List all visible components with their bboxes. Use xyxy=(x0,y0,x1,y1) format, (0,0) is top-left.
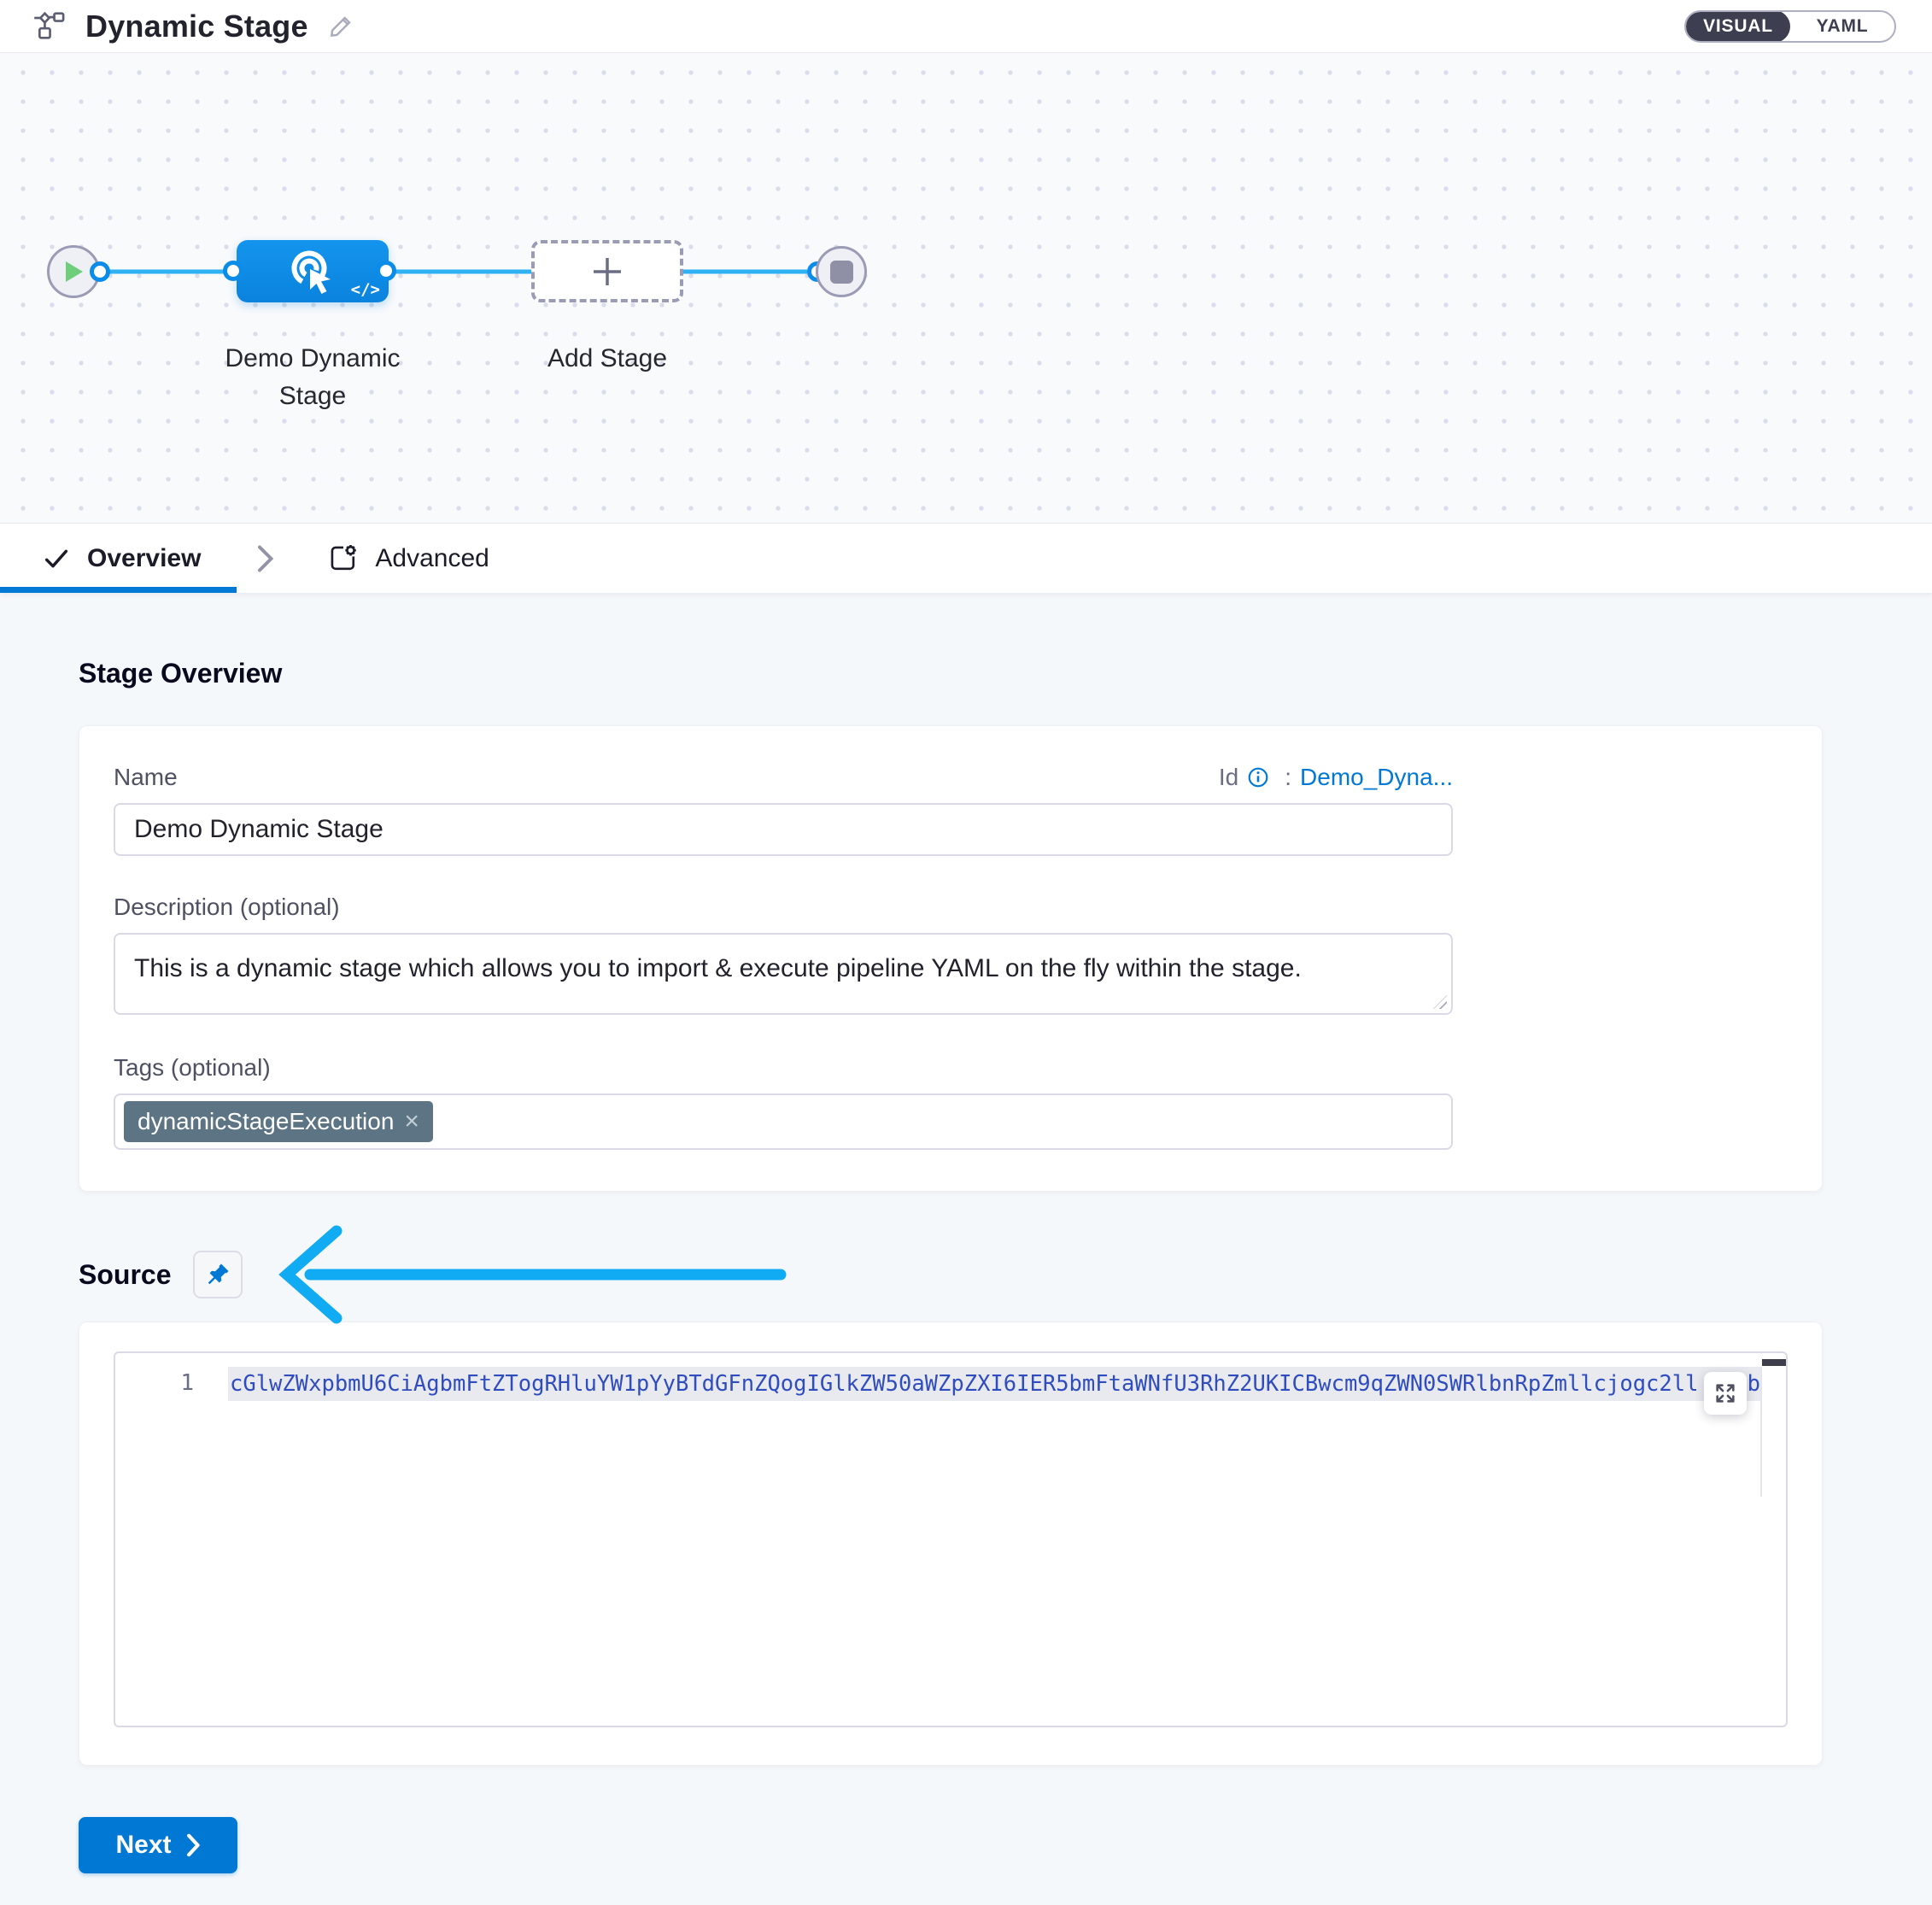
tags-input[interactable]: dynamicStageExecution × xyxy=(114,1093,1453,1150)
stage-overview-heading: Stage Overview xyxy=(79,658,1932,689)
description-value: This is a dynamic stage which allows you… xyxy=(134,954,1302,982)
annotation-arrow xyxy=(272,1222,787,1328)
active-tab-underline xyxy=(0,587,237,593)
tab-overview-label: Overview xyxy=(87,544,201,573)
next-button-label: Next xyxy=(115,1831,171,1860)
stage-overview-card: Name Id : Demo_Dyna... Description (opti… xyxy=(79,725,1823,1192)
resize-handle-icon[interactable] xyxy=(1433,995,1447,1009)
check-icon xyxy=(43,545,70,572)
play-icon xyxy=(62,260,85,284)
pipeline-canvas[interactable]: </> Demo Dynamic Stage Add Stage xyxy=(0,53,1932,523)
stage-node-label: Demo Dynamic Stage xyxy=(214,340,411,415)
dynamic-stage-icon xyxy=(290,249,336,295)
name-input[interactable] xyxy=(114,803,1453,856)
add-stage-button[interactable] xyxy=(531,240,683,302)
remove-tag-icon[interactable]: × xyxy=(404,1109,419,1134)
info-icon[interactable] xyxy=(1247,766,1269,788)
plus-icon xyxy=(588,253,626,290)
pushpin-icon xyxy=(205,1262,231,1287)
code-glyph: </> xyxy=(351,280,380,299)
stage-id-value[interactable]: Demo_Dyna... xyxy=(1300,764,1453,791)
pipeline-end-node xyxy=(816,246,867,297)
connector-port xyxy=(376,261,396,281)
tab-advanced[interactable]: Advanced xyxy=(329,544,489,573)
tag-chip-label: dynamicStageExecution xyxy=(138,1108,394,1135)
next-button[interactable]: Next xyxy=(79,1817,237,1873)
stage-tabs: Overview Advanced xyxy=(0,523,1932,593)
tags-label: Tags (optional) xyxy=(114,1054,271,1081)
source-card: 1 cGlwZWxpbmU6CiAgbmFtZTogRHluYW1pYyBTdG… xyxy=(79,1322,1823,1766)
yaml-source-editor[interactable]: 1 cGlwZWxpbmU6CiAgbmFtZTogRHluYW1pYyBTdG… xyxy=(114,1351,1788,1727)
id-separator: : xyxy=(1285,764,1291,791)
connector-port xyxy=(90,261,110,282)
line-number: 1 xyxy=(115,1370,194,1396)
chevron-right-icon xyxy=(185,1833,201,1857)
toggle-yaml[interactable]: YAML xyxy=(1790,10,1894,43)
edit-title-pencil-icon[interactable] xyxy=(327,13,354,40)
page-title: Dynamic Stage xyxy=(85,9,308,44)
id-label: Id xyxy=(1219,764,1238,791)
toggle-visual[interactable]: VISUAL xyxy=(1686,10,1790,43)
code-text: cGlwZWxpbmU6CiAgbmFtZTogRHluYW1pYyBTdGFn… xyxy=(230,1371,1698,1397)
description-label: Description (optional) xyxy=(114,894,340,920)
connector-port xyxy=(223,261,243,281)
stage-id-row: Id : Demo_Dyna... xyxy=(1219,764,1453,791)
stop-icon xyxy=(830,261,853,284)
chevron-right-icon xyxy=(254,543,276,574)
description-textarea[interactable]: This is a dynamic stage which allows you… xyxy=(114,933,1453,1015)
stage-overview-panel: Stage Overview Name Id : Demo_Dyna... De… xyxy=(0,658,1932,1873)
pin-source-button[interactable] xyxy=(193,1251,243,1298)
editor-scrollbar-thumb[interactable] xyxy=(1762,1359,1786,1366)
expand-fullscreen-icon xyxy=(1713,1381,1737,1405)
editor-scrollbar-track xyxy=(1760,1367,1762,1497)
tab-advanced-label: Advanced xyxy=(375,544,489,573)
source-heading: Source xyxy=(79,1259,171,1291)
source-section-header: Source xyxy=(79,1250,1932,1299)
code-line: cGlwZWxpbmU6CiAgbmFtZTogRHluYW1pYyBTdGFn… xyxy=(228,1367,1760,1401)
tag-chip: dynamicStageExecution × xyxy=(124,1101,433,1142)
advanced-settings-icon xyxy=(329,544,358,573)
name-label: Name xyxy=(114,764,178,791)
pipeline-stages-icon xyxy=(32,11,67,42)
tab-overview[interactable]: Overview xyxy=(43,544,201,573)
visual-yaml-toggle: VISUAL YAML xyxy=(1684,10,1896,43)
expand-editor-button[interactable] xyxy=(1704,1372,1747,1415)
add-stage-label: Add Stage xyxy=(509,340,705,378)
header: Dynamic Stage VISUAL YAML xyxy=(0,0,1932,53)
stage-node-demo-dynamic-stage[interactable]: </> xyxy=(237,240,389,302)
